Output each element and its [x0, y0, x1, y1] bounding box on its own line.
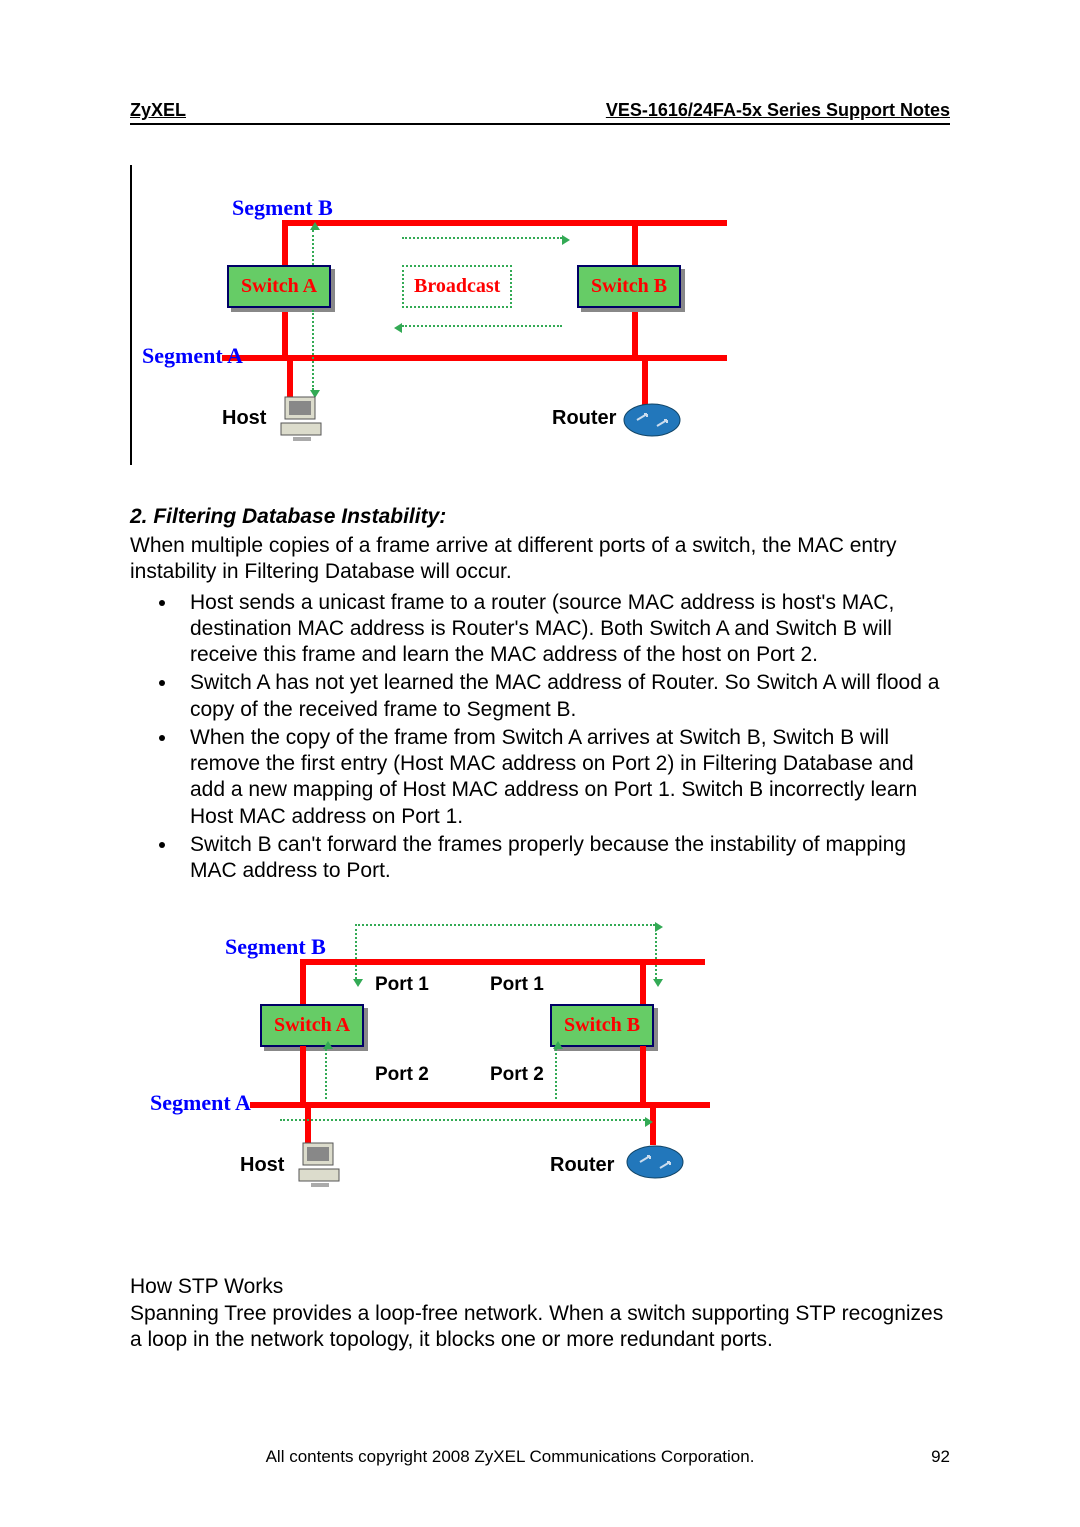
section-2-bullets: Host sends a unicast frame to a router (… [130, 590, 950, 885]
footer-page-number: 92 [890, 1447, 950, 1467]
bullet-4: Switch B can't forward the frames proper… [178, 832, 950, 885]
page-footer: All contents copyright 2008 ZyXEL Commun… [130, 1447, 950, 1467]
diagram-2-container: Segment B Port 1 Port 1 Switch A Switch … [150, 904, 950, 1204]
bullet-1: Host sends a unicast frame to a router (… [178, 590, 950, 669]
section-2-title: 2. Filtering Database Instability: [130, 505, 950, 529]
pc-icon-2 [295, 1139, 345, 1189]
segment-a-label-2: Segment A [150, 1090, 251, 1116]
switch-b-label-2: Switch B [564, 1014, 640, 1036]
page-header: ZyXEL VES-1616/24FA-5x Series Support No… [130, 100, 950, 125]
port2-left: Port 2 [375, 1064, 429, 1086]
broadcast-box: Broadcast [402, 265, 512, 308]
bullet-2: Switch A has not yet learned the MAC add… [178, 670, 950, 723]
diagram-2: Segment B Port 1 Port 1 Switch A Switch … [150, 904, 790, 1204]
router-label-2: Router [550, 1154, 614, 1177]
howstp-title: How STP Works [130, 1274, 950, 1300]
diagram-1-container: Segment B Switch A Broadcast Switch B Se… [130, 165, 950, 465]
port2-right: Port 2 [490, 1064, 544, 1086]
section-2-intro: When multiple copies of a frame arrive a… [130, 533, 950, 586]
document-page: ZyXEL VES-1616/24FA-5x Series Support No… [0, 0, 1080, 1527]
bullet-3: When the copy of the frame from Switch A… [178, 725, 950, 830]
router-icon-2 [625, 1142, 685, 1182]
switch-a-box: Switch A [227, 265, 331, 308]
howstp-body: Spanning Tree provides a loop-free netwo… [130, 1301, 950, 1354]
host-label: Host [222, 407, 266, 430]
switch-a-label-2: Switch A [274, 1014, 350, 1036]
switch-b-box: Switch B [577, 265, 681, 308]
host-label-2: Host [240, 1154, 284, 1177]
switch-a-label: Switch A [241, 275, 317, 297]
switch-a-box-2: Switch A [260, 1004, 364, 1047]
router-icon [622, 400, 682, 440]
pc-icon [277, 393, 327, 443]
switch-b-box-2: Switch B [550, 1004, 654, 1047]
header-brand: ZyXEL [130, 100, 186, 121]
segment-b-label-2: Segment B [225, 934, 326, 960]
diagram-1: Segment B Switch A Broadcast Switch B Se… [152, 175, 772, 455]
switch-b-label: Switch B [591, 275, 667, 297]
port1-right: Port 1 [490, 974, 544, 996]
footer-copyright: All contents copyright 2008 ZyXEL Commun… [130, 1447, 890, 1467]
header-doc-title: VES-1616/24FA-5x Series Support Notes [606, 100, 950, 121]
segment-b-label: Segment B [232, 195, 333, 221]
broadcast-label: Broadcast [414, 275, 500, 297]
router-label: Router [552, 407, 616, 430]
segment-a-label: Segment A [142, 343, 243, 369]
port1-left: Port 1 [375, 974, 429, 996]
